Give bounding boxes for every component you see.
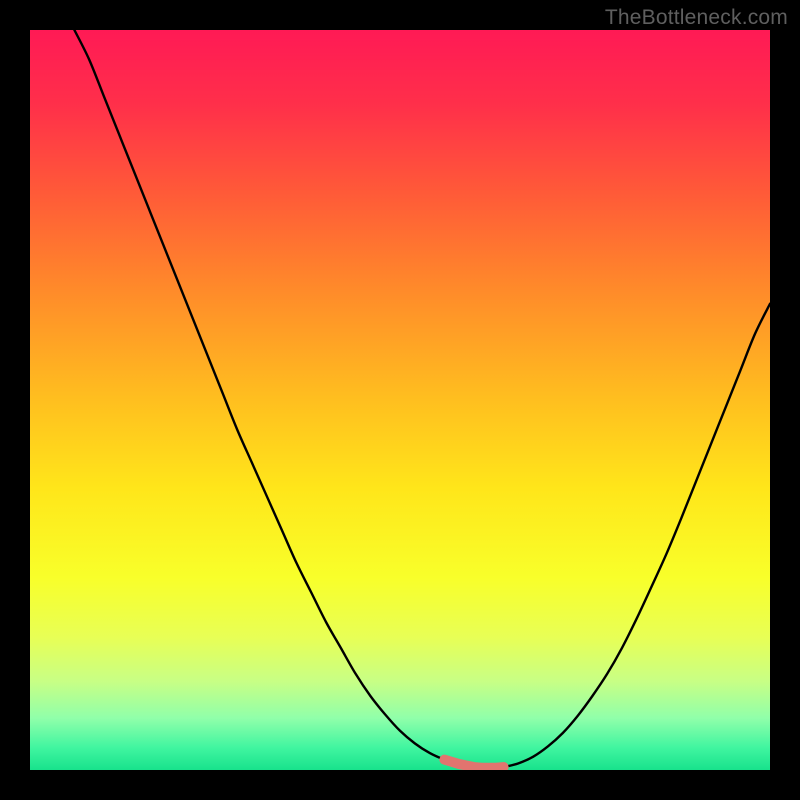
bottleneck-curve-svg — [30, 30, 770, 770]
chart-stage: TheBottleneck.com — [0, 0, 800, 800]
bottleneck-curve — [74, 30, 770, 768]
watermark-text: TheBottleneck.com — [605, 6, 788, 30]
plot-area — [30, 30, 770, 770]
bottleneck-minimum-highlight — [444, 760, 503, 768]
